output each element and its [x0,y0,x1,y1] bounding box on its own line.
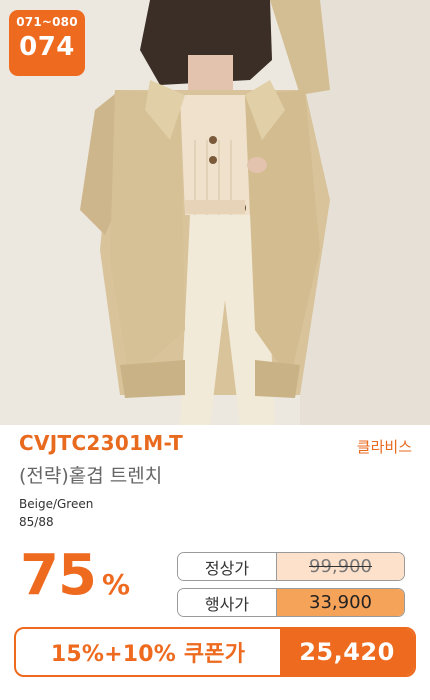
event-price-row: 행사가 33,900 [177,588,405,617]
brand-name[interactable]: 클라비스 [357,436,412,457]
product-size: 85/88 [19,515,54,529]
event-price-label: 행사가 [178,589,277,616]
normal-price-value: 99,900 [277,553,404,580]
coupon-price: 25,420 [280,629,414,675]
item-number-badge: 071~080 074 [9,10,85,76]
product-name[interactable]: (전략)홑겹 트렌치 [19,461,162,488]
discount-percent: 75 [20,543,97,608]
event-price-value: 33,900 [277,589,404,616]
coupon-label: 15%+10% 쿠폰가 [50,642,246,667]
product-code: CVJTC2301M-T [19,431,184,455]
normal-price-label: 정상가 [178,553,277,580]
product-image[interactable]: 071~080 074 [0,0,430,425]
discount-rate: 75% [20,545,130,607]
percent-sign: % [101,568,130,601]
badge-number: 074 [19,32,75,62]
product-color: Beige/Green [19,497,94,511]
badge-range: 071~080 [16,15,78,29]
product-card[interactable]: 071~080 074 CVJTC2301M-T 클라비스 (전략)홑겹 트렌치… [0,0,430,700]
coupon-price-box[interactable]: 15%+10% 쿠폰가 25,420 [14,627,416,677]
normal-price-row: 정상가 99,900 [177,552,405,581]
